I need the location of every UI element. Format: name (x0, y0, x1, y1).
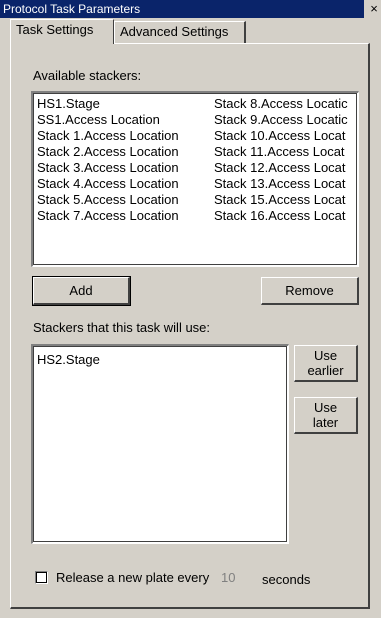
add-button[interactable]: Add (32, 276, 131, 306)
list-item[interactable]: HS1.Stage (37, 96, 215, 112)
close-icon[interactable]: × (367, 0, 381, 18)
list-item[interactable]: Stack 13.Access Locat (214, 176, 358, 192)
use-earlier-label-line-2: earlier (307, 363, 344, 378)
available-stackers-column-2: Stack 8.Access Locatic Stack 9.Access Lo… (214, 96, 358, 224)
list-item[interactable]: Stack 2.Access Location (37, 144, 215, 160)
tab-advanced-settings[interactable]: Advanced Settings (114, 21, 246, 43)
remove-button[interactable]: Remove (261, 277, 359, 305)
list-item[interactable]: Stack 11.Access Locat (214, 144, 358, 160)
use-earlier-button[interactable]: Use earlier (294, 345, 358, 382)
remove-button-label: Remove (285, 283, 334, 298)
use-later-label-line-2: later (312, 415, 339, 430)
use-later-button[interactable]: Use later (294, 397, 358, 434)
list-item[interactable]: SS1.Access Location (37, 112, 215, 128)
used-stackers-list[interactable]: HS2.Stage (31, 344, 289, 544)
add-button-label: Add (69, 283, 93, 298)
tab-task-settings-label: Task Settings (16, 22, 94, 37)
list-item[interactable]: Stack 15.Access Locat (214, 192, 358, 208)
available-stackers-label: Available stackers: (33, 68, 142, 83)
tab-task-settings[interactable]: Task Settings (10, 19, 114, 44)
list-item[interactable]: Stack 5.Access Location (37, 192, 215, 208)
list-item[interactable]: Stack 12.Access Locat (214, 160, 358, 176)
window-title: Protocol Task Parameters (3, 2, 141, 16)
list-item[interactable]: Stack 8.Access Locatic (214, 96, 358, 112)
list-item[interactable]: Stack 1.Access Location (37, 128, 215, 144)
release-plate-checkbox[interactable] (35, 571, 48, 584)
list-item[interactable]: Stack 4.Access Location (37, 176, 215, 192)
available-stackers-column-1: HS1.Stage SS1.Access Location Stack 1.Ac… (37, 96, 215, 224)
use-earlier-label-line-1: Use (313, 348, 338, 363)
release-interval-unit: seconds (262, 572, 311, 587)
list-item[interactable]: Stack 3.Access Location (37, 160, 215, 176)
available-stackers-list[interactable]: HS1.Stage SS1.Access Location Stack 1.Ac… (31, 91, 359, 267)
list-item[interactable]: Stack 16.Access Locat (214, 208, 358, 224)
release-plate-label[interactable]: Release a new plate every (56, 570, 209, 585)
list-item[interactable]: Stack 7.Access Location (37, 208, 215, 224)
used-stackers-label: Stackers that this task will use: (33, 320, 211, 335)
list-item[interactable]: HS2.Stage (37, 352, 100, 368)
window-title-bar[interactable]: Protocol Task Parameters (0, 0, 364, 18)
used-stackers-items: HS2.Stage (37, 352, 100, 368)
release-interval-value[interactable]: 10 (221, 570, 235, 585)
list-item[interactable]: Stack 10.Access Locat (214, 128, 358, 144)
use-later-label-line-1: Use (313, 400, 338, 415)
tab-advanced-settings-label: Advanced Settings (120, 24, 229, 39)
list-item[interactable]: Stack 9.Access Locatic (214, 112, 358, 128)
